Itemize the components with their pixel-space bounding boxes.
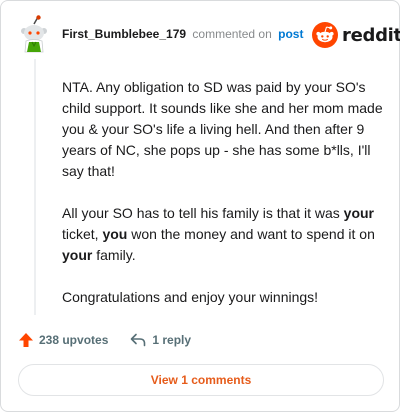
reply-button[interactable]: 1 reply: [130, 333, 191, 347]
comment-text: ticket,: [62, 226, 103, 242]
emphasis-text: your: [62, 247, 93, 263]
comment-text: family.: [92, 247, 136, 263]
comment-header: First_Bumblebee_179 commented on post: [62, 26, 303, 42]
post-link[interactable]: post: [278, 27, 303, 41]
upvote-count: 238 upvotes: [39, 333, 109, 347]
comment-card: First_Bumblebee_179 commented on post re…: [0, 0, 400, 412]
comment-paragraph: Congratulations and enjoy your winnings!: [62, 287, 384, 308]
emphasis-text: your: [343, 205, 374, 221]
reply-count: 1 reply: [152, 333, 192, 347]
comment-text: won the money and want to spend it on: [127, 226, 375, 242]
comment-text: All your SO has to tell his family is th…: [62, 205, 344, 221]
comment-actions: 238 upvotes 1 reply: [18, 331, 191, 349]
thread-line[interactable]: [34, 59, 36, 315]
reddit-wordmark: reddit: [342, 24, 400, 46]
comment-text: NTA. Any obligation to SD was paid by yo…: [62, 79, 383, 179]
avatar[interactable]: [17, 15, 51, 53]
emphasis-text: you: [102, 226, 128, 242]
comment-text: Congratulations and enjoy your winnings!: [62, 289, 319, 305]
upvote-button[interactable]: 238 upvotes: [18, 332, 108, 348]
action-text: commented on: [192, 27, 272, 41]
username[interactable]: First_Bumblebee_179: [62, 27, 186, 41]
comment-paragraph: NTA. Any obligation to SD was paid by yo…: [62, 77, 384, 182]
reddit-logo-icon: [312, 22, 338, 48]
upvote-arrow-icon: [19, 333, 33, 347]
comment-paragraph: All your SO has to tell his family is th…: [62, 203, 384, 266]
view-comments-button[interactable]: View 1 comments: [18, 364, 384, 396]
comment-body: NTA. Any obligation to SD was paid by yo…: [62, 77, 384, 329]
reddit-logo[interactable]: reddit: [312, 22, 400, 48]
reply-arrow-icon: [131, 333, 146, 347]
